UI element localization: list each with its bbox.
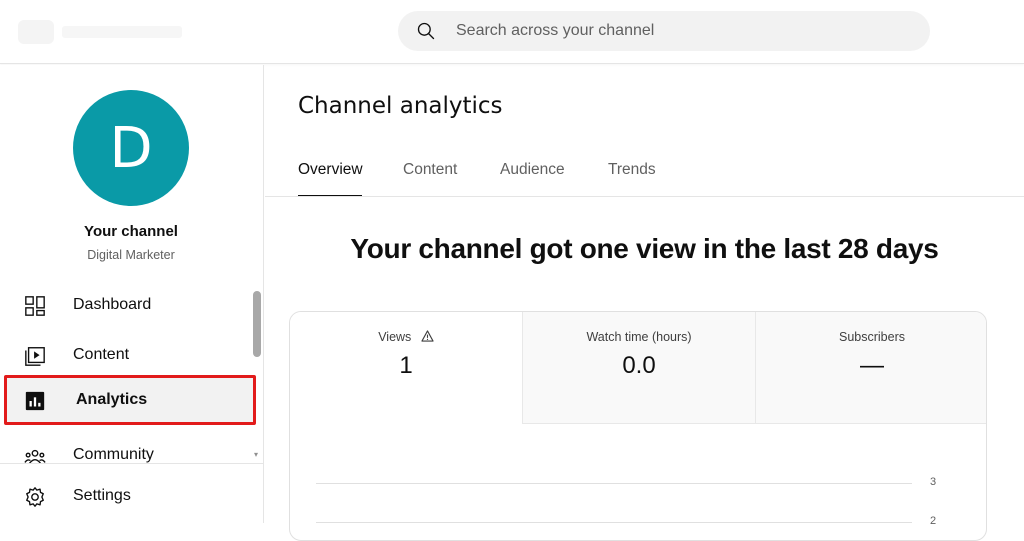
studio-logo[interactable] (18, 18, 188, 46)
tab-label: Overview (298, 161, 363, 178)
sidebar-item-analytics[interactable]: Analytics (4, 375, 256, 425)
tabs-divider (265, 196, 1024, 197)
main-content: Channel analytics Overview Content Audie… (265, 65, 1024, 541)
sidebar-item-settings[interactable]: Settings (4, 471, 256, 521)
logo-wordmark (62, 26, 182, 38)
tab-overview[interactable]: Overview (298, 161, 363, 197)
metric-views[interactable]: Views 1 (290, 312, 522, 424)
sidebar-item-label: Analytics (76, 391, 148, 408)
metric-value: — (860, 352, 884, 379)
sidebar-item-label: Community (73, 446, 154, 463)
metric-label: Subscribers (839, 330, 905, 344)
tab-label: Content (403, 161, 458, 178)
sidebar-item-dashboard[interactable]: Dashboard (4, 280, 256, 330)
sidebar-divider (0, 463, 263, 464)
channel-avatar[interactable]: D (73, 90, 189, 206)
dashboard-icon (25, 296, 45, 316)
metric-label: Watch time (hours) (586, 330, 692, 344)
tab-trends[interactable]: Trends (608, 161, 656, 197)
sidebar-item-content[interactable]: Content (4, 330, 256, 380)
sidebar-item-label: Dashboard (73, 296, 152, 313)
sidebar-scrollbar[interactable] (253, 291, 261, 357)
sidebar: D Your channel Digital Marketer Dashboar… (0, 65, 264, 523)
channel-subtitle: Digital Marketer (87, 248, 175, 262)
metric-watch-time[interactable]: Watch time (hours) 0.0 (522, 312, 755, 424)
sidebar-item-label: Settings (73, 487, 131, 504)
chart-ytick-label: 2 (930, 515, 937, 527)
tab-label: Audience (500, 161, 565, 178)
settings-icon (26, 487, 44, 507)
metric-value: 1 (399, 352, 413, 379)
analytics-icon (25, 391, 45, 411)
metric-subscribers[interactable]: Subscribers — (755, 312, 986, 424)
chart-ytick-label: 3 (930, 476, 937, 488)
content-icon (25, 347, 45, 366)
metrics-card: Views 1 Watch time (hours) 0.0 Subscribe… (289, 311, 987, 541)
sidebar-item-label: Content (73, 346, 130, 363)
metric-label: Views (290, 330, 522, 344)
search-icon[interactable] (416, 21, 436, 41)
search-bar[interactable] (398, 11, 930, 51)
page-title: Channel analytics (298, 93, 503, 119)
logo-icon (18, 20, 54, 44)
chart-gridline (316, 483, 912, 484)
tab-content[interactable]: Content (403, 161, 457, 197)
search-input[interactable] (456, 11, 906, 51)
top-bar (0, 0, 1024, 64)
channel-name: Your channel (84, 223, 178, 240)
summary-headline: Your channel got one view in the last 28… (350, 233, 939, 264)
tab-label: Trends (608, 161, 656, 178)
scroll-down-icon[interactable]: ▾ (254, 451, 260, 459)
tab-audience[interactable]: Audience (500, 161, 565, 197)
warning-icon[interactable] (421, 330, 434, 342)
metric-value: 0.0 (622, 352, 656, 379)
